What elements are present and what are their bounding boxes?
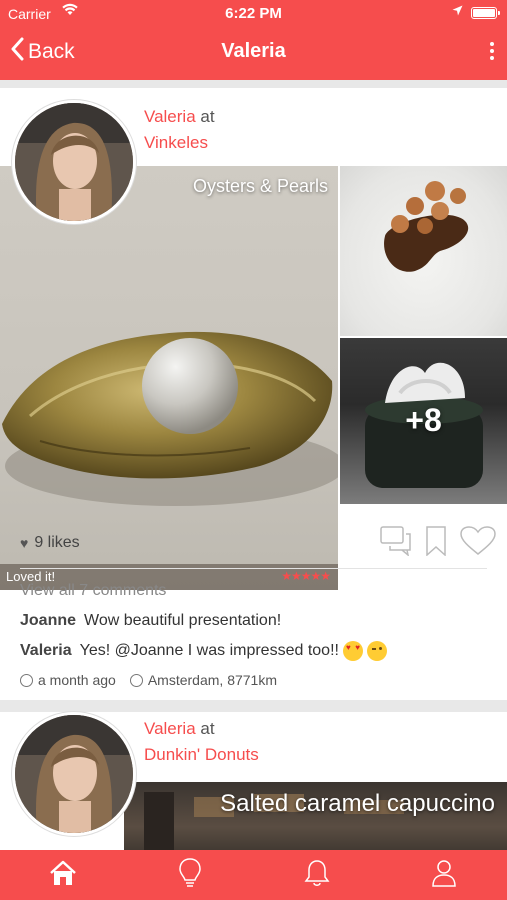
avatar[interactable]: [12, 712, 136, 836]
post-user-link[interactable]: Valeria: [144, 107, 196, 126]
heart-small-icon: ♥: [20, 535, 29, 551]
like-button[interactable]: [460, 526, 496, 561]
comment-text: Yes! @Joanne I was impressed too!!: [79, 642, 339, 659]
dot-icon: [490, 42, 494, 46]
post-place-link[interactable]: Dunkin' Donuts: [144, 745, 259, 764]
post-user-link[interactable]: Valeria: [144, 719, 196, 738]
comment-user[interactable]: Valeria: [20, 642, 72, 660]
tab-ideas[interactable]: [127, 850, 254, 900]
at-label: at: [200, 719, 215, 738]
likes-label: 9 likes: [34, 534, 80, 551]
battery-icon: [471, 7, 500, 19]
post-meta: a month ago Amsterdam, 8771km: [20, 672, 487, 688]
comment-button[interactable]: [380, 526, 414, 561]
comment-row: Valeria Yes! @Joanne I was impressed too…: [20, 641, 487, 661]
avatar[interactable]: [12, 100, 136, 224]
comment-row: Joanne Wow beautiful presentation!: [20, 612, 487, 630]
photo-title: Oysters & Pearls: [192, 176, 328, 196]
tab-bar: [0, 850, 507, 900]
home-icon: [49, 860, 77, 891]
profile-icon: [431, 859, 456, 892]
thumbnail-more[interactable]: +8: [340, 338, 507, 504]
post-header: Valeria at Vinkeles: [144, 104, 215, 156]
nav-bar: Back Valeria: [0, 28, 507, 80]
comment-text: Wow beautiful presentation!: [84, 612, 282, 629]
wink-emoji-icon: [366, 641, 387, 661]
feed[interactable]: Oysters & Pearls Loved it! ★★★★★ +8 Vale…: [0, 80, 507, 850]
location-arrow-icon: [452, 4, 463, 19]
thumbnail-dessert[interactable]: [340, 166, 507, 336]
at-label: at: [200, 107, 215, 126]
comment-user[interactable]: Joanne: [20, 612, 76, 630]
view-all-comments-link[interactable]: View all 7 comments: [20, 582, 487, 600]
bookmark-button[interactable]: [426, 526, 446, 561]
tab-notifications[interactable]: [254, 850, 381, 900]
bookmark-icon: [426, 526, 446, 560]
more-options-button[interactable]: [489, 42, 495, 60]
comments-section: View all 7 comments Joanne Wow beautiful…: [20, 582, 487, 688]
location-icon: [129, 673, 143, 687]
post-actions: ♥ 9 likes: [0, 526, 507, 566]
page-title: Valeria: [221, 40, 286, 62]
top-bar: Carrier 6:22 PM Back Valeria: [0, 0, 507, 80]
lightbulb-icon: [179, 857, 201, 893]
tab-home[interactable]: [0, 850, 127, 900]
post-header: Valeria at Dunkin' Donuts: [144, 716, 259, 768]
time-ago: a month ago: [38, 672, 116, 688]
main-photo[interactable]: Salted caramel capuccino: [124, 782, 507, 850]
status-bar: Carrier 6:22 PM: [0, 0, 507, 28]
tab-profile[interactable]: [380, 850, 507, 900]
likes-count[interactable]: ♥ 9 likes: [20, 534, 80, 552]
bell-icon: [304, 859, 330, 892]
post-card: Salted caramel capuccino Valeria at Dunk…: [0, 712, 507, 850]
dot-icon: [490, 56, 494, 60]
rating-stars: ★★★★★: [281, 569, 331, 583]
divider: [20, 568, 487, 569]
post-place-link[interactable]: Vinkeles: [144, 133, 208, 152]
heart-eyes-emoji-icon: [342, 641, 363, 661]
dot-icon: [490, 49, 494, 53]
post-location: Amsterdam, 8771km: [147, 672, 278, 688]
more-photos-count: +8: [405, 402, 442, 438]
clock-icon: [20, 673, 33, 687]
comment-icon: [380, 526, 414, 560]
heart-outline-icon: [460, 526, 496, 560]
status-time: 6:22 PM: [225, 5, 282, 22]
photo-title: Salted caramel capuccino: [220, 790, 495, 817]
post-card: Oysters & Pearls Loved it! ★★★★★ +8 Vale…: [0, 88, 507, 700]
